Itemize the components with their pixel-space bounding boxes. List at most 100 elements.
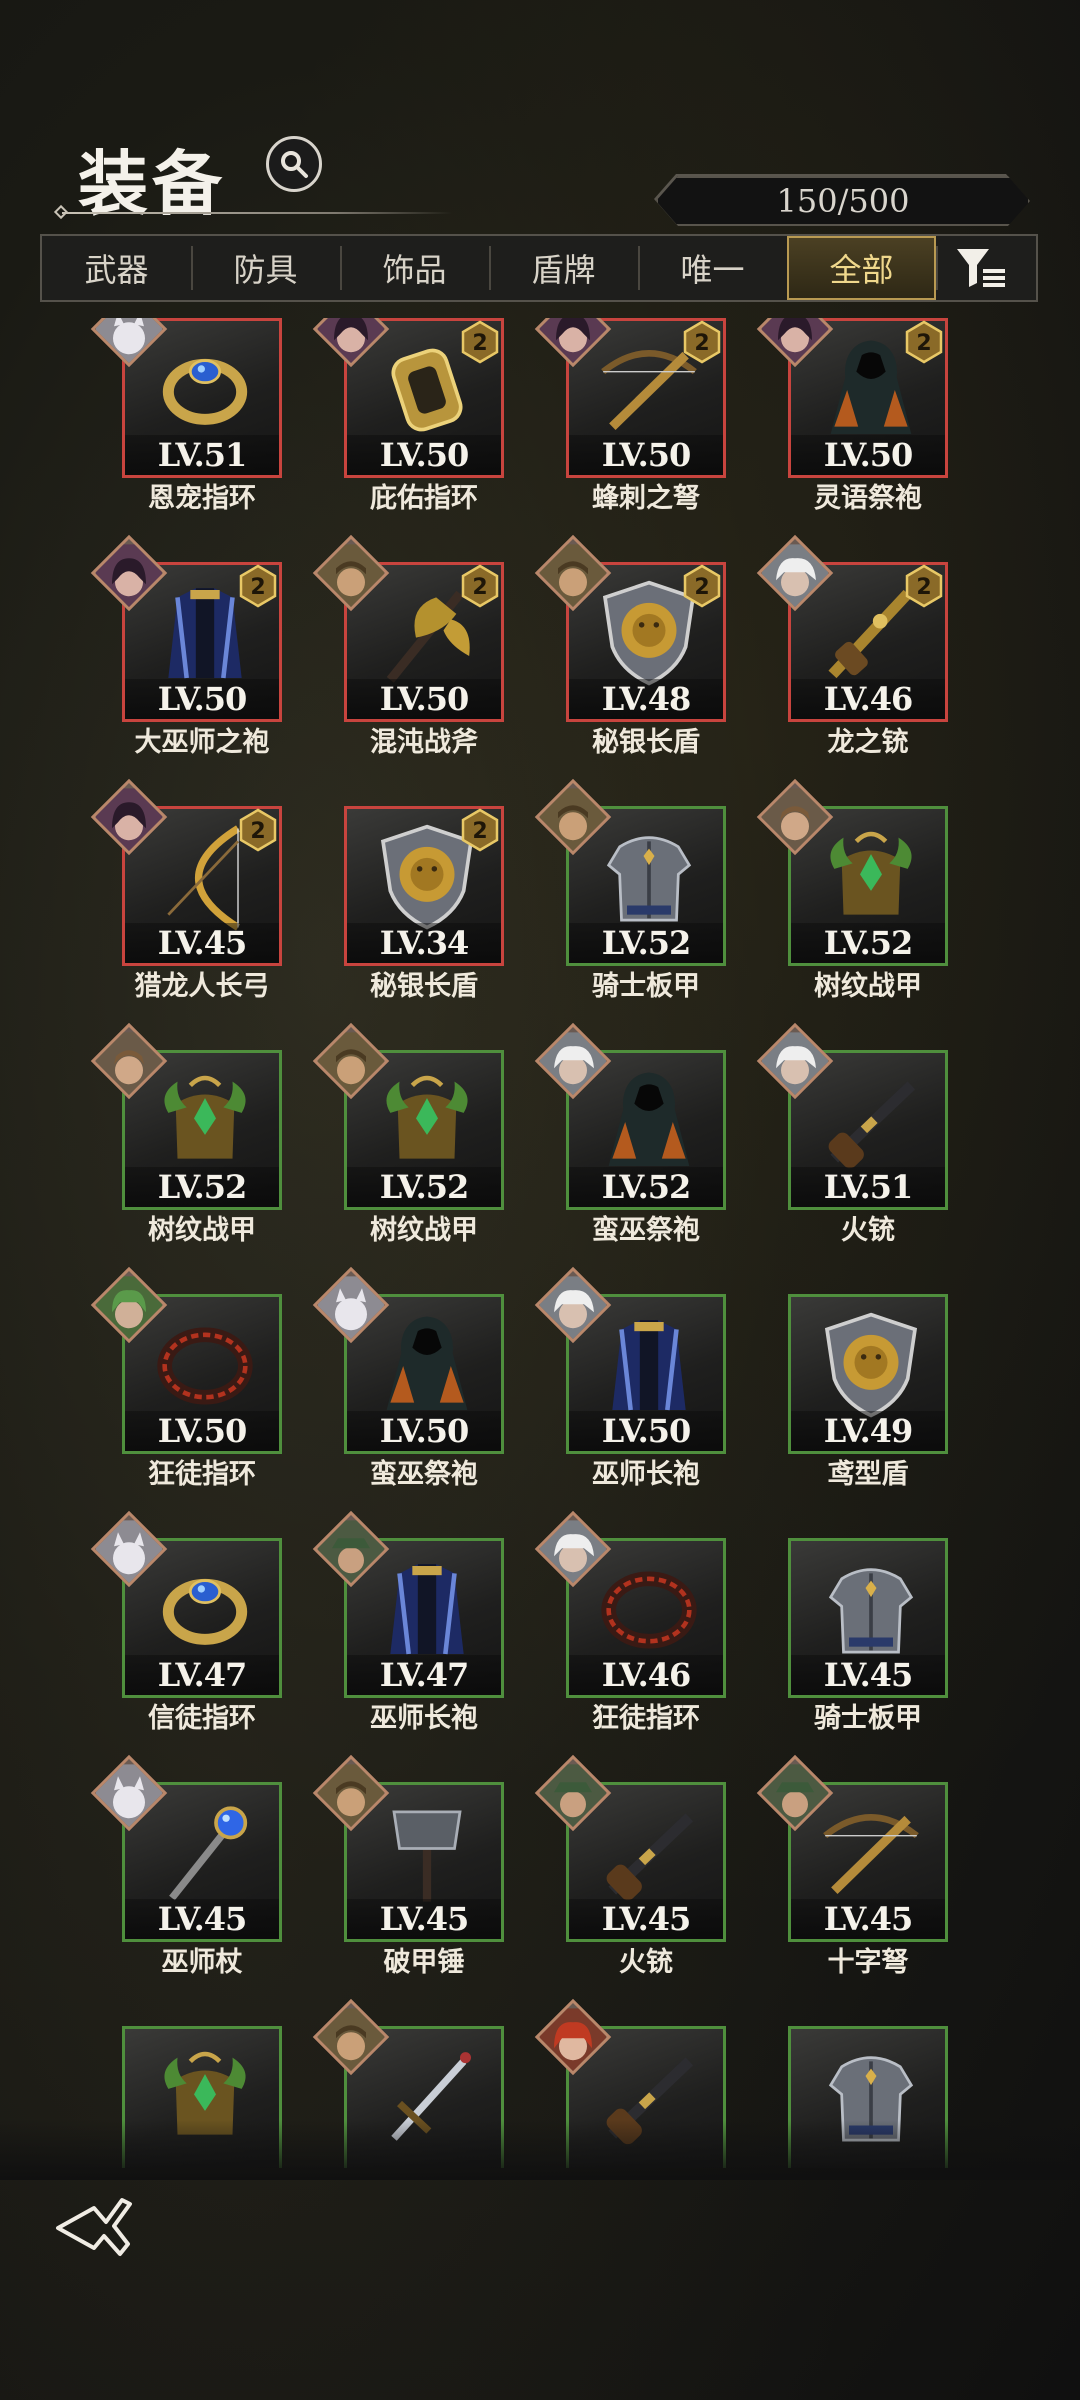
- item-level: LV.52: [125, 1167, 279, 1207]
- equipment-item[interactable]: LV.49 鸢型盾: [788, 1294, 948, 1494]
- item-level: LV.46: [569, 1655, 723, 1695]
- item-name: 秘银长盾: [592, 727, 700, 758]
- item-name: 火铳: [841, 1215, 895, 1246]
- enhance-badge-icon: 2: [239, 808, 277, 852]
- tab-weapons[interactable]: 武器: [42, 236, 191, 300]
- hooded-robe-icon: [386, 1316, 468, 1410]
- equipment-item[interactable]: LV.45 2 猎龙人长弓: [90, 778, 282, 1006]
- item-level: LV.45: [125, 923, 279, 963]
- blue-orb-staff-icon: [169, 1806, 248, 1901]
- equipment-item[interactable]: LV.50 2 大巫师之袍: [90, 534, 282, 762]
- equipment-item[interactable]: LV.50 蛮巫祭袍: [312, 1266, 504, 1494]
- equipment-item[interactable]: LV.52 蛮巫祭袍: [534, 1022, 726, 1250]
- item-name: 十字弩: [827, 1947, 909, 1978]
- item-name: 树纹战甲: [814, 971, 922, 1002]
- equipment-item[interactable]: LV.47 巫师长袍: [312, 1510, 504, 1738]
- equipment-item[interactable]: LV.51 火铳: [756, 1022, 948, 1250]
- item-level: LV.52: [569, 923, 723, 963]
- item-name: 巫师长袍: [370, 1703, 478, 1734]
- filter-icon: [957, 249, 1005, 287]
- item-level: LV.50: [125, 1411, 279, 1451]
- inventory-counter: 150/500: [656, 176, 1030, 226]
- equipment-item[interactable]: LV.45 巫师杖: [90, 1754, 282, 1982]
- item-name: 树纹战甲: [370, 1215, 478, 1246]
- equipment-item[interactable]: LV.50 2 蜂刺之弩: [534, 318, 726, 518]
- item-level: LV.50: [125, 679, 279, 719]
- search-icon: [281, 151, 308, 178]
- equipment-item[interactable]: LV.52 树纹战甲: [90, 1022, 282, 1250]
- item-level: LV.45: [125, 1899, 279, 1939]
- equipment-item[interactable]: LV.45 破甲锤: [312, 1754, 504, 1982]
- equipment-item[interactable]: LV.46 狂徒指环: [534, 1510, 726, 1738]
- item-level: LV.52: [791, 923, 945, 963]
- war-hammer-icon: [392, 1810, 462, 1902]
- equipment-item[interactable]: LV.45 骑士板甲: [788, 1538, 948, 1738]
- item-name: 树纹战甲: [148, 1215, 256, 1246]
- item-level: LV.52: [347, 1167, 501, 1207]
- title-underline: [62, 212, 452, 214]
- equipment-item[interactable]: LV.52 树纹战甲: [312, 1022, 504, 1250]
- back-button[interactable]: [54, 2196, 140, 2260]
- equipment-item[interactable]: LV.46 2 龙之铳: [756, 534, 948, 762]
- equipment-item[interactable]: LV.50 2 庇佑指环: [312, 318, 504, 518]
- enhance-badge-icon: 2: [905, 564, 943, 608]
- equipment-item[interactable]: LV.47 信徒指环: [90, 1510, 282, 1738]
- item-name: 狂徒指环: [592, 1703, 700, 1734]
- enhance-badge-icon: 2: [683, 320, 721, 364]
- enhance-badge-value: 2: [694, 575, 709, 600]
- item-frame: LV.49: [788, 1294, 948, 1454]
- lion-shield-icon: [824, 1312, 918, 1418]
- equipment-item[interactable]: LV.50 狂徒指环: [90, 1266, 282, 1494]
- equipment-item[interactable]: LV.45 火铳: [534, 1754, 726, 1982]
- equipment-item[interactable]: LV.48 2 秘银长盾: [534, 534, 726, 762]
- back-arrow-icon: [56, 2198, 132, 2256]
- tab-accessories[interactable]: 饰品: [340, 236, 489, 300]
- item-name: 破甲锤: [383, 1947, 465, 1978]
- ring-blue-gem-icon: [162, 358, 248, 425]
- category-tabs: 武器 防具 饰品 盾牌 唯一 全部: [40, 234, 1038, 302]
- crossbow-icon: [823, 1814, 919, 1894]
- enhance-badge-value: 2: [472, 819, 487, 844]
- item-level: LV.45: [569, 1899, 723, 1939]
- tab-all[interactable]: 全部: [787, 236, 936, 300]
- item-level: LV.45: [347, 1899, 501, 1939]
- item-level: LV.47: [347, 1655, 501, 1695]
- item-name: 信徒指环: [148, 1703, 256, 1734]
- leaf-armor-icon: [830, 831, 912, 915]
- equipment-item[interactable]: LV.34 2 秘银长盾: [344, 806, 504, 1006]
- item-name: 巫师杖: [161, 1947, 243, 1978]
- item-name: 大巫师之袍: [134, 727, 270, 758]
- item-name: 混沌战斧: [370, 727, 478, 758]
- enhance-badge-icon: 2: [461, 808, 499, 852]
- item-level: LV.45: [791, 1899, 945, 1939]
- item-name: 秘银长盾: [370, 971, 478, 1002]
- leaf-armor-icon: [386, 1075, 468, 1159]
- equipment-item[interactable]: LV.51 恩宠指环: [90, 318, 282, 518]
- filter-button[interactable]: [936, 236, 1026, 300]
- enhance-badge-value: 2: [694, 331, 709, 356]
- tab-shields[interactable]: 盾牌: [489, 236, 638, 300]
- item-level: LV.47: [125, 1655, 279, 1695]
- plate-armor-icon: [606, 836, 692, 922]
- equipment-item[interactable]: LV.52 树纹战甲: [756, 778, 948, 1006]
- bottom-fade: [0, 2120, 1080, 2180]
- item-level: LV.51: [125, 435, 279, 475]
- item-name: 蛮巫祭袍: [370, 1459, 478, 1490]
- enhance-badge-value: 2: [250, 575, 265, 600]
- enhance-badge-icon: 2: [239, 564, 277, 608]
- equipment-item[interactable]: LV.50 2 混沌战斧: [312, 534, 504, 762]
- item-level: LV.52: [569, 1167, 723, 1207]
- search-button[interactable]: [266, 136, 322, 192]
- item-level: LV.50: [347, 679, 501, 719]
- flintlock-icon: [828, 1081, 916, 1169]
- equipment-item[interactable]: LV.50 巫师长袍: [534, 1266, 726, 1494]
- equipment-item[interactable]: LV.45 十字弩: [756, 1754, 948, 1982]
- equipment-item[interactable]: LV.50 2 灵语祭袍: [756, 318, 948, 518]
- equipment-item[interactable]: LV.52 骑士板甲: [534, 778, 726, 1006]
- item-level: LV.51: [791, 1167, 945, 1207]
- item-level: LV.50: [569, 435, 723, 475]
- tab-unique[interactable]: 唯一: [638, 236, 787, 300]
- tab-armor[interactable]: 防具: [191, 236, 340, 300]
- item-level: LV.46: [791, 679, 945, 719]
- enhance-badge-value: 2: [916, 575, 931, 600]
